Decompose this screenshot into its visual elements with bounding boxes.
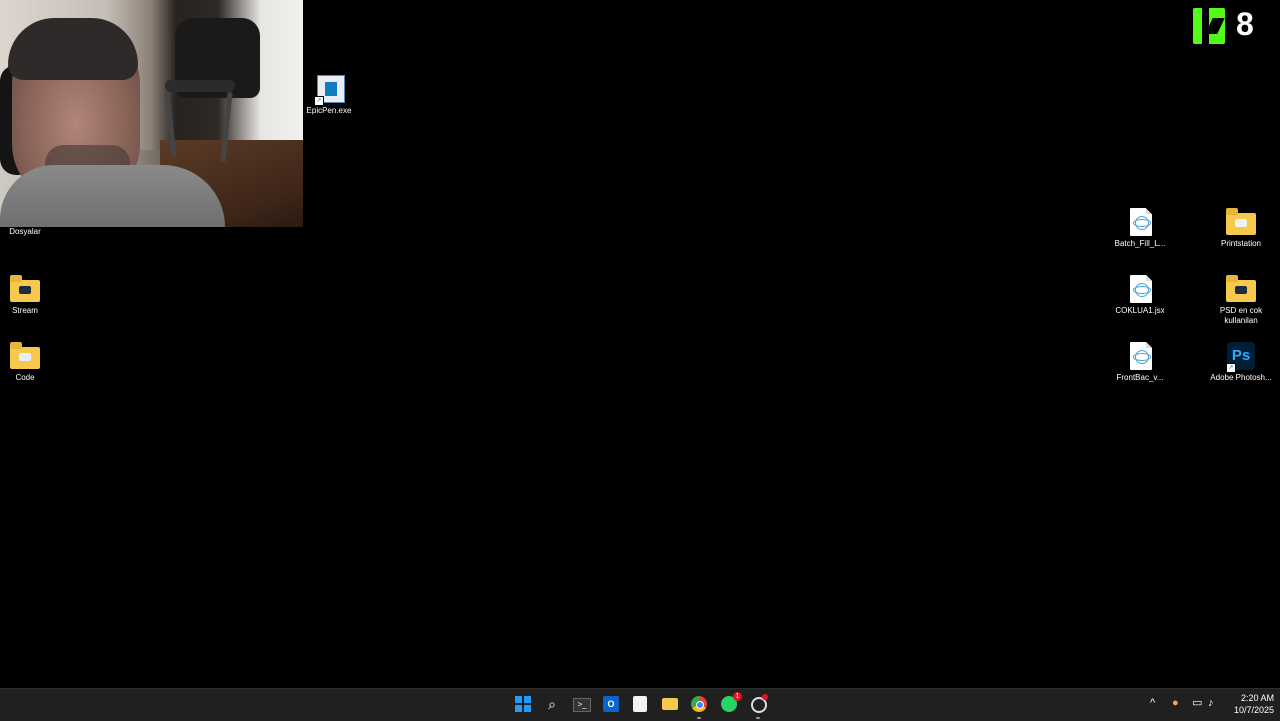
desktop-icon-epicpen[interactable]: ↗ EpicPen.exe xyxy=(292,74,366,116)
webcam-overlay xyxy=(0,0,303,227)
tray-volume-button[interactable]: ♪ xyxy=(1208,694,1214,712)
notification-badge: 1 xyxy=(733,692,742,701)
folder-icon xyxy=(1226,207,1256,237)
desktop-icon-frontbac[interactable]: FrontBac_v... xyxy=(1103,341,1177,383)
epicpen-icon: ↗ xyxy=(314,74,345,106)
folder-icon xyxy=(10,274,40,304)
desktop-icon-label: Batch_Fill_L... xyxy=(1114,239,1166,248)
tray-chevron-button[interactable]: ^ xyxy=(1150,694,1155,712)
volume-icon: ♪ xyxy=(1208,697,1214,709)
desktop-icon-label: Adobe Photosh... xyxy=(1210,373,1272,382)
search-icon: ⌕ xyxy=(548,696,556,712)
folder-icon xyxy=(1226,274,1256,304)
desktop-icon-label: EpicPen.exe xyxy=(306,106,352,115)
folder-icon xyxy=(10,341,40,371)
taskbar-chrome-button[interactable] xyxy=(688,693,710,719)
jsx-file-icon xyxy=(1125,207,1155,237)
jsx-file-icon xyxy=(1125,274,1155,304)
desktop-icon-dosyalar[interactable]: Dosyalar xyxy=(0,227,62,237)
tray-network-button[interactable]: ▭ xyxy=(1192,694,1202,712)
taskbar-clock[interactable]: 2:20 AM 10/7/2025 xyxy=(1224,692,1274,716)
viewer-count: 8 xyxy=(1236,6,1254,42)
desktop-icon-psd-en-cok[interactable]: PSD en cok kullanilan xyxy=(1204,274,1278,326)
desktop-icon-printstation[interactable]: Printstation xyxy=(1204,207,1278,249)
snipping-icon xyxy=(633,696,647,712)
microphone-icon: ● xyxy=(1172,697,1179,709)
desktop-icon-label: Printstation xyxy=(1220,239,1262,248)
desktop-icon-label: FrontBac_v... xyxy=(1116,373,1164,382)
outlook-icon: O xyxy=(603,696,619,712)
taskbar-terminal-button[interactable]: >_ xyxy=(570,693,592,715)
desktop: ↗ EpicPen.exe Dosyalar Stream Code Batch… xyxy=(0,0,1280,688)
taskbar-snipping-button[interactable] xyxy=(629,693,651,715)
windows-icon xyxy=(515,696,531,712)
terminal-icon: >_ xyxy=(573,698,591,712)
clock-time: 2:20 AM xyxy=(1240,693,1274,703)
photoshop-icon: Ps ↗ xyxy=(1226,341,1256,373)
desktop-icon-coklua1[interactable]: COKLUA1.jsx xyxy=(1103,274,1177,316)
start-button[interactable] xyxy=(512,693,534,715)
tray-microphone-button[interactable]: ● xyxy=(1172,694,1179,712)
kick-logo-icon xyxy=(1193,8,1225,44)
taskbar-file-explorer-button[interactable] xyxy=(659,693,681,715)
taskbar-outlook-button[interactable]: O xyxy=(600,693,622,715)
desktop-icon-label: Code xyxy=(15,373,35,382)
desktop-icon-code[interactable]: Code xyxy=(0,341,62,383)
folder-icon xyxy=(662,698,678,710)
jsx-file-icon xyxy=(1125,341,1155,371)
taskbar-search-button[interactable]: ⌕ xyxy=(541,693,563,715)
desktop-icon-batch-fill[interactable]: Batch_Fill_L... xyxy=(1103,207,1177,249)
network-icon: ▭ xyxy=(1192,697,1203,709)
desktop-icon-label: PSD en cok kullanilan xyxy=(1219,306,1263,325)
desktop-icon-label: Stream xyxy=(12,306,38,315)
desktop-icon-label: COKLUA1.jsx xyxy=(1115,306,1165,315)
clock-date: 10/7/2025 xyxy=(1233,705,1274,715)
taskbar-app-button[interactable] xyxy=(747,693,769,719)
desktop-icon-stream[interactable]: Stream xyxy=(0,274,62,316)
desktop-icon-label: Dosyalar xyxy=(9,227,41,236)
desktop-icon-photoshop[interactable]: Ps ↗ Adobe Photosh... xyxy=(1204,341,1278,383)
chevron-up-icon: ^ xyxy=(1150,697,1156,709)
taskbar-whatsapp-button[interactable]: 1 xyxy=(718,692,742,715)
chrome-icon xyxy=(691,696,707,712)
